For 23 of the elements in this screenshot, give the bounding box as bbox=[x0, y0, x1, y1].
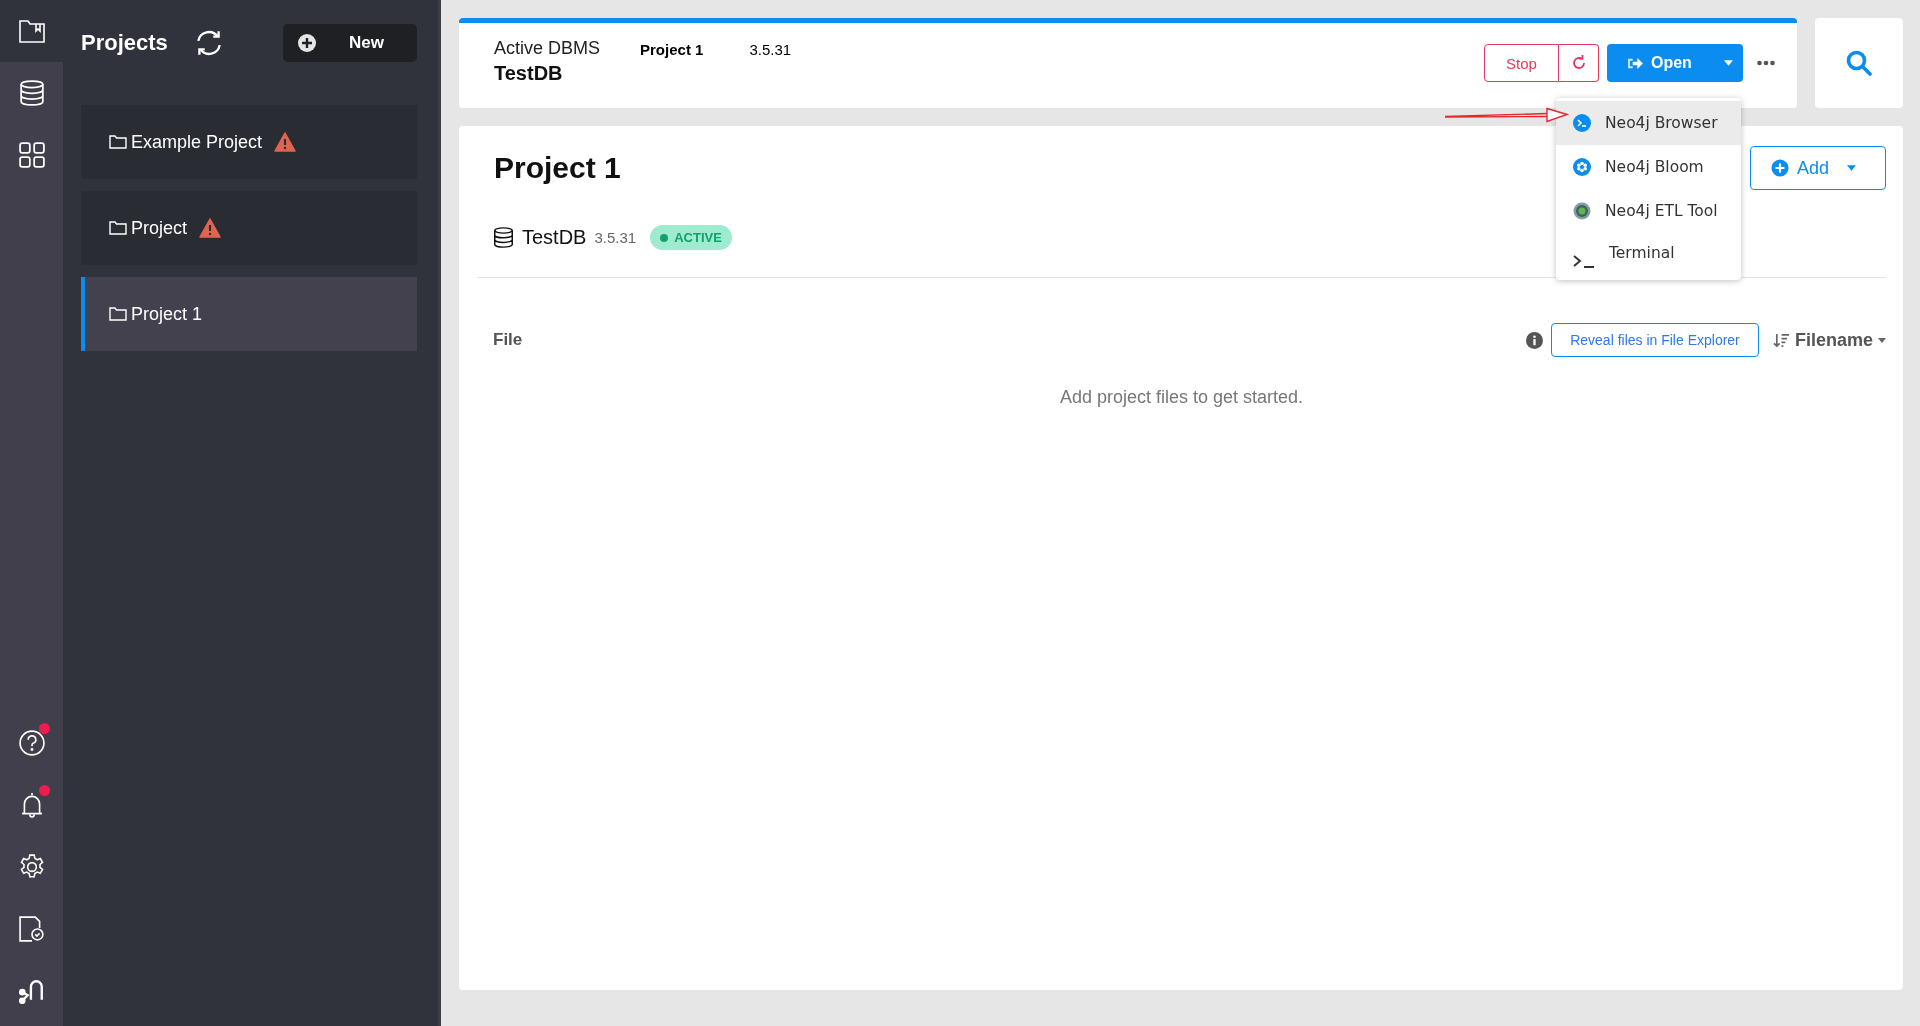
menu-item[interactable]: Terminal bbox=[1556, 233, 1741, 277]
header-label: Active DBMS bbox=[494, 38, 601, 59]
menu-item[interactable]: Neo4j Bloom bbox=[1556, 145, 1741, 189]
menu-item[interactable]: Neo4j Browser bbox=[1556, 101, 1741, 145]
panel-title: Projects bbox=[81, 30, 168, 56]
status-badge: ACTIVE bbox=[650, 225, 732, 250]
stop-button[interactable]: Stop bbox=[1484, 44, 1559, 82]
project-item[interactable]: Project 1 bbox=[81, 277, 417, 351]
project-item[interactable]: Project bbox=[81, 191, 417, 265]
dbms-name: TestDB bbox=[522, 226, 587, 249]
project-item[interactable]: Example Project bbox=[81, 105, 417, 179]
version-text: 3.5.31 bbox=[594, 229, 637, 246]
add-button[interactable]: Add bbox=[1750, 146, 1886, 190]
project-title: Project 1 bbox=[494, 151, 621, 185]
sort-dropdown[interactable]: Filename bbox=[1772, 329, 1886, 351]
dbms-name: TestDB bbox=[494, 62, 564, 85]
reveal-files-button[interactable]: Reveal files in File Explorer bbox=[1550, 323, 1759, 357]
new-project-button[interactable]: New bbox=[283, 24, 417, 62]
empty-message: Add project files to get started. bbox=[1058, 387, 1305, 408]
project-name: Project 1 bbox=[640, 41, 704, 58]
version-text: 3.5.31 bbox=[749, 41, 792, 58]
section-heading: File bbox=[493, 330, 523, 350]
menu-item[interactable]: Neo4j ETL Tool bbox=[1556, 189, 1741, 233]
